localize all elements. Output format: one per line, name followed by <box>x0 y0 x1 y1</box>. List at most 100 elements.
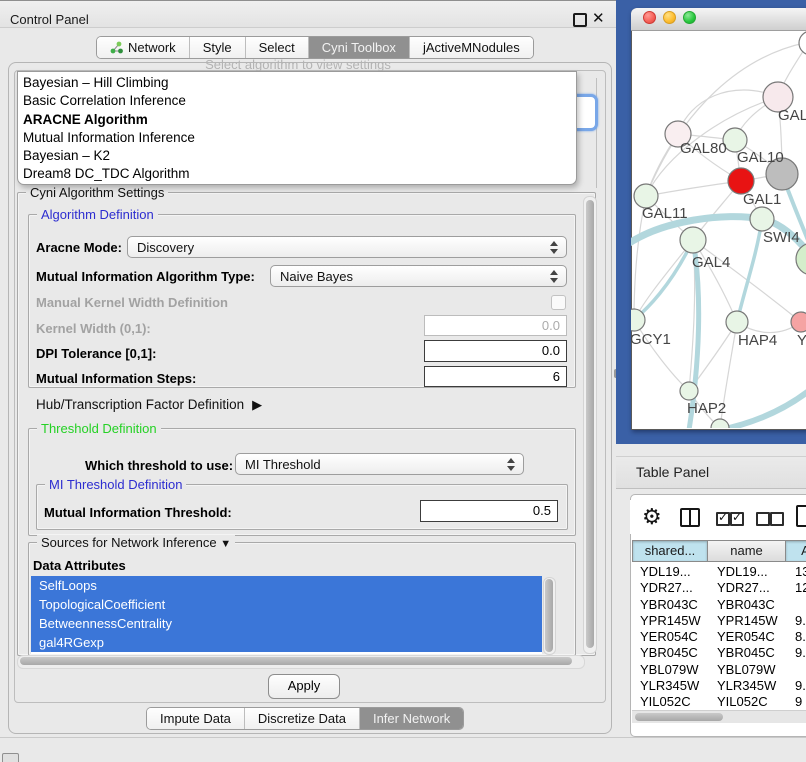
node-swi4-label: SWI4 <box>763 229 800 246</box>
aracne-mode-combobox[interactable]: Discovery <box>127 236 567 258</box>
minimize-traffic-light-icon[interactable] <box>663 11 676 24</box>
tab-jactivemnodules[interactable]: jActiveMNodules <box>409 37 533 58</box>
attributes-list-scrollbar[interactable] <box>543 577 556 655</box>
table-row[interactable]: YPR145WYPR145W9. <box>632 613 806 629</box>
page-icon[interactable] <box>796 505 806 527</box>
algorithm-option-basic-correlation-inference[interactable]: Basic Correlation Inference <box>18 92 576 110</box>
node-big-green[interactable] <box>796 243 806 275</box>
scrollbar-thumb[interactable] <box>635 713 723 721</box>
cell-value: 9. <box>795 645 806 661</box>
column-header-a[interactable]: A <box>786 540 806 562</box>
data-attributes-label: Data Attributes <box>33 558 126 573</box>
attribute-item-selfloops[interactable]: SelfLoops <box>31 576 542 595</box>
close-panel-icon[interactable]: ✕ <box>592 9 605 27</box>
settings-vertical-scrollbar[interactable] <box>583 196 597 654</box>
cell-value: 8. <box>795 629 806 645</box>
mi-algorithm-type-combobox[interactable]: Naive Bayes <box>270 265 567 287</box>
scrollbar-thumb[interactable] <box>20 657 572 665</box>
node-hap4[interactable] <box>726 311 748 333</box>
bottom-left-mini-button[interactable] <box>2 753 19 762</box>
settings-horizontal-scrollbar[interactable] <box>17 655 585 669</box>
tab-select[interactable]: Select <box>245 37 308 58</box>
mi-algorithm-type-label: Mutual Information Algorithm Type: <box>36 269 255 284</box>
cell-name: YDR27... <box>717 580 770 596</box>
gear-icon[interactable]: ⚙ <box>642 504 662 530</box>
float-panel-icon[interactable] <box>573 13 587 27</box>
network-window-titlebar[interactable] <box>631 8 806 31</box>
table-row[interactable]: YER054CYER054C8. <box>632 629 806 645</box>
scrollbar-thumb[interactable] <box>586 200 594 648</box>
hub-transcription-expander[interactable]: Hub/Transcription Factor Definition▶ <box>36 397 262 413</box>
cell-shared-name: YBL079W <box>640 662 699 678</box>
table-row[interactable]: YBL079WYBL079W <box>632 662 806 678</box>
table-row[interactable]: YBR043C YBR043C <box>632 597 806 613</box>
cell-shared-name: YLR345W <box>640 678 699 694</box>
combo-arrows-icon <box>550 241 559 254</box>
column-split-icon[interactable] <box>680 508 700 527</box>
control-panel-title: Control Panel <box>10 12 89 27</box>
tab-label: Impute Data <box>160 711 231 726</box>
attribute-item-gal4rgexp[interactable]: gal4RGexp <box>31 633 542 652</box>
table-row[interactable]: YDL19...YDL19...13 <box>632 564 806 580</box>
table-horizontal-scrollbar[interactable] <box>632 710 806 723</box>
data-attributes-list[interactable]: SelfLoopsTopologicalCoefficientBetweenne… <box>31 576 542 654</box>
network-canvas[interactable]: GALGAL80GAL10GAL1GAL11SWI4GAL4GCY1HAP4YH… <box>631 30 806 428</box>
tab-discretize-data[interactable]: Discretize Data <box>244 708 359 729</box>
table-row[interactable]: YLR345WYLR345W9. <box>632 678 806 694</box>
which-threshold-label: Which threshold to use: <box>85 458 233 473</box>
cell-shared-name: YBR043C <box>640 597 698 613</box>
zoom-traffic-light-icon[interactable] <box>683 11 696 24</box>
kernel-width-field[interactable]: 0.0 <box>424 315 567 336</box>
sources-title[interactable]: Sources for Network Inference ▼ <box>37 535 235 550</box>
tab-network[interactable]: Network <box>97 37 189 58</box>
threshold-definition-title: Threshold Definition <box>37 421 161 436</box>
checked-checkbox-icon[interactable] <box>730 512 744 526</box>
node-salmon[interactable] <box>791 312 806 332</box>
tab-style[interactable]: Style <box>189 37 245 58</box>
column-header-shared[interactable]: shared... <box>632 540 708 562</box>
node-hap2[interactable] <box>680 382 698 400</box>
node-bottom[interactable] <box>711 419 729 428</box>
node-gal4-label: GAL4 <box>692 254 730 271</box>
algorithm-option-bayesian-hill-climbing[interactable]: Bayesian – Hill Climbing <box>18 74 576 92</box>
column-header-name[interactable]: name <box>708 540 786 562</box>
table-row[interactable]: YDR27...YDR27...12 <box>632 580 806 596</box>
mi-threshold-label: Mutual Information Threshold: <box>44 505 232 520</box>
algorithm-combobox-placeholder[interactable]: Select algorithm to view settings <box>18 57 578 72</box>
table-row[interactable]: YIL052CYIL052C9 <box>632 694 806 709</box>
apply-button[interactable]: Apply <box>268 674 340 699</box>
close-traffic-light-icon[interactable] <box>643 11 656 24</box>
algorithm-option-aracne-algorithm[interactable]: ARACNE Algorithm <box>18 111 576 129</box>
mi-threshold-field[interactable]: 0.5 <box>420 500 558 522</box>
scrollbar-thumb[interactable] <box>545 579 553 652</box>
dpi-tolerance-field[interactable]: 0.0 <box>424 340 567 362</box>
node-gal11-label: GAL11 <box>642 205 688 222</box>
cell-name: YBR043C <box>717 597 775 613</box>
algorithm-option-dream8-dc-tdc-algorithm[interactable]: Dream8 DC_TDC Algorithm <box>18 165 576 183</box>
tab-infer-network[interactable]: Infer Network <box>359 708 463 729</box>
cell-shared-name: YBR045C <box>640 645 698 661</box>
combo-arrows-icon <box>550 270 559 283</box>
node-gal4[interactable] <box>680 227 706 253</box>
bottom-tab-bar: Impute Data Discretize DataInfer Network <box>146 707 464 730</box>
unchecked-checkbox-icon[interactable] <box>770 512 784 526</box>
algorithm-option-bayesian-k2[interactable]: Bayesian – K2 <box>18 147 576 165</box>
node-swi4[interactable] <box>750 207 774 231</box>
which-threshold-combobox[interactable]: MI Threshold <box>235 453 524 475</box>
tab-cyni-toolbox[interactable]: Cyni Toolbox <box>308 37 409 58</box>
sources-title-text: Sources for Network Inference <box>41 535 217 550</box>
mi-steps-field[interactable]: 6 <box>424 366 567 387</box>
manual-kernel-width-checkbox[interactable] <box>551 295 566 310</box>
checked-checkbox-icon[interactable] <box>716 512 730 526</box>
node-top-right[interactable] <box>799 31 806 55</box>
table-row[interactable]: YBR045CYBR045C9. <box>632 645 806 661</box>
tab-impute-data[interactable]: Impute Data <box>147 708 244 729</box>
cell-shared-name: YDR27... <box>640 580 693 596</box>
tab-label: Style <box>203 40 232 55</box>
attribute-item-topologicalcoefficient[interactable]: TopologicalCoefficient <box>31 595 542 614</box>
kernel-width-label: Kernel Width (0,1): <box>36 321 151 336</box>
unchecked-checkbox-icon[interactable] <box>756 512 770 526</box>
attribute-item-betweennesscentrality[interactable]: BetweennessCentrality <box>31 614 542 633</box>
algorithm-definition-title: Algorithm Definition <box>37 207 158 222</box>
algorithm-option-mutual-information-inference[interactable]: Mutual Information Inference <box>18 129 576 147</box>
